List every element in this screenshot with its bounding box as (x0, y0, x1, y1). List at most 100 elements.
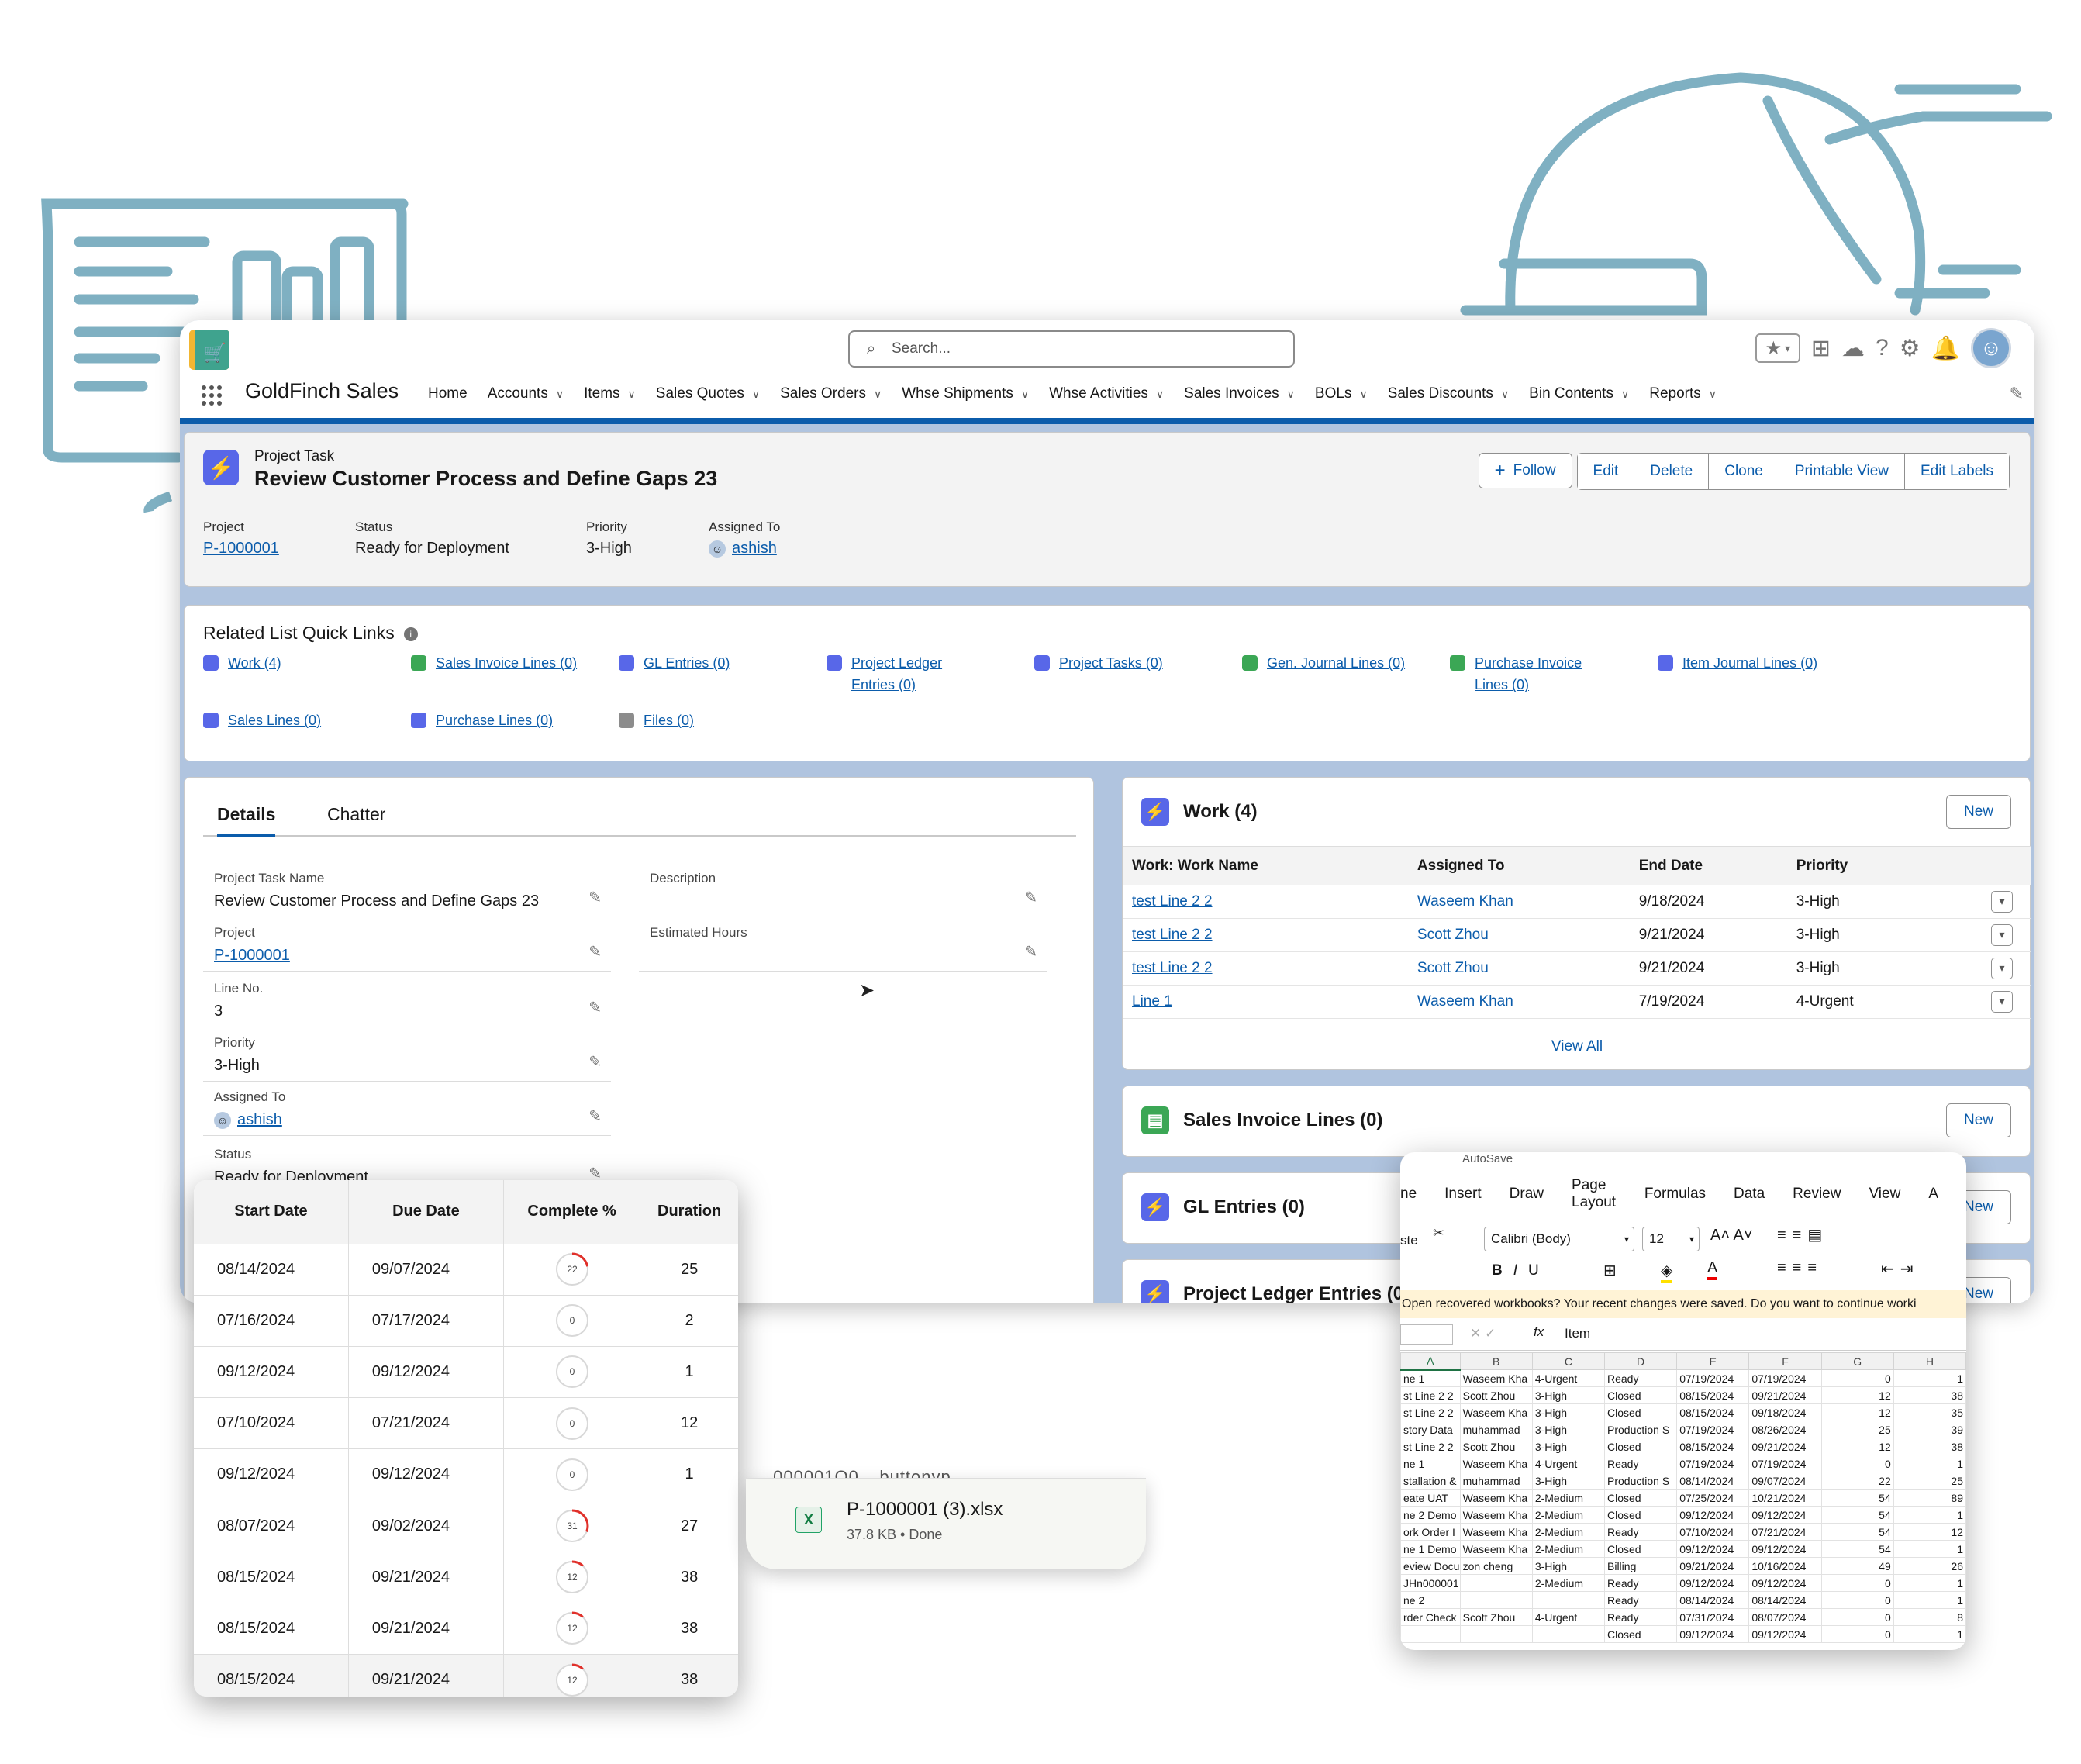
sheet-cell[interactable]: 09/12/2024 (1748, 1625, 1822, 1643)
sheet-cell[interactable]: 08/15/2024 (1676, 1403, 1750, 1421)
excel-tab[interactable]: Review (1793, 1186, 1841, 1203)
sheet-cell[interactable]: 4-Urgent (1531, 1369, 1606, 1387)
sheet-cell[interactable]: 07/19/2024 (1676, 1421, 1750, 1438)
sheet-cell[interactable]: 12 (1820, 1386, 1894, 1404)
nav-tab-home[interactable]: Home (428, 385, 468, 402)
sheet-cell[interactable]: eate UAT (1400, 1489, 1461, 1507)
sheet-cell[interactable]: 08/15/2024 (1676, 1438, 1750, 1455)
sheet-cell[interactable]: 54 (1820, 1506, 1894, 1524)
nav-tab-sales-orders[interactable]: Sales Orders ∨ (780, 385, 882, 402)
sheet-cell[interactable]: 09/21/2024 (1748, 1386, 1822, 1404)
sheet-cell[interactable] (1531, 1591, 1606, 1609)
sheet-cell[interactable]: Waseem Kha (1459, 1403, 1533, 1421)
sheet-cell[interactable]: 08/14/2024 (1676, 1591, 1750, 1609)
row-menu-chevron-icon[interactable]: ▾ (1991, 991, 2013, 1013)
cell-value[interactable]: Waseem Khan (1417, 993, 1513, 1010)
align-icons[interactable]: ≡≡▤ (1777, 1225, 1828, 1244)
row-menu-chevron-icon[interactable]: ▾ (1991, 924, 2013, 946)
view-all-link[interactable]: View All (1123, 1038, 2031, 1055)
chevron-down-icon[interactable]: ∨ (1621, 388, 1629, 400)
add-icon[interactable]: ⊞ (1811, 335, 1831, 362)
sheet-cell[interactable]: 09/07/2024 (1748, 1472, 1822, 1490)
sheet-cell[interactable]: 09/18/2024 (1748, 1403, 1822, 1421)
excel-tab[interactable]: Draw (1510, 1186, 1544, 1203)
chevron-down-icon[interactable]: ∨ (628, 388, 636, 400)
project-link[interactable]: P-1000001 (203, 540, 279, 558)
sheet-cell[interactable]: Ready (1603, 1523, 1678, 1541)
chevron-down-icon[interactable]: ∨ (556, 388, 564, 400)
sheet-cell[interactable]: 25 (1893, 1472, 1966, 1490)
setup-gear-icon[interactable]: ⚙ (1900, 335, 1921, 362)
sheet-cell[interactable] (1459, 1625, 1533, 1643)
work-title[interactable]: Work (4) (1183, 801, 1258, 823)
sheet-cell[interactable]: 3-High (1531, 1438, 1606, 1455)
sheet-cell[interactable]: ne 1 (1400, 1455, 1461, 1472)
nav-tab-items[interactable]: Items ∨ (584, 385, 636, 402)
edit-pencil-icon[interactable]: ✎ (1024, 942, 1037, 961)
printable-view-button[interactable]: Printable View (1779, 454, 1905, 489)
nav-tab-sales-quotes[interactable]: Sales Quotes ∨ (656, 385, 760, 402)
sheet-cell[interactable]: 1 (1893, 1591, 1966, 1609)
sheet-cell[interactable]: 2-Medium (1531, 1523, 1606, 1541)
quick-link-item[interactable]: Purchase Lines (0) (411, 709, 582, 731)
chevron-down-icon[interactable]: ∨ (1156, 388, 1164, 400)
chevron-down-icon[interactable]: ∨ (1501, 388, 1509, 400)
sheet-cell[interactable]: st Line 2 2 (1400, 1386, 1461, 1404)
quick-link-label[interactable]: Purchase Lines (0) (436, 709, 553, 731)
cell-value[interactable]: test Line 2 2 (1132, 893, 1213, 910)
quick-link-item[interactable]: GL Entries (0) (619, 652, 789, 674)
column-letter[interactable]: G (1820, 1352, 1894, 1370)
sheet-cell[interactable]: 49 (1820, 1557, 1894, 1575)
sheet-cell[interactable]: 08/14/2024 (1676, 1472, 1750, 1490)
sheet-cell[interactable]: 89 (1893, 1489, 1966, 1507)
edit-pencil-icon[interactable]: ✎ (588, 1106, 602, 1126)
sheet-cell[interactable]: Waseem Kha (1459, 1455, 1533, 1472)
sheet-cell[interactable]: 3-High (1531, 1557, 1606, 1575)
sheet-cell[interactable]: 4-Urgent (1531, 1455, 1606, 1472)
sheet-cell[interactable]: Closed (1603, 1540, 1678, 1558)
formula-value[interactable]: Item (1565, 1326, 1590, 1341)
global-search-input[interactable]: ⌕ Search... (848, 330, 1295, 368)
app-launcher-icon[interactable] (202, 385, 222, 406)
sheet-cell[interactable]: 2-Medium (1531, 1540, 1606, 1558)
row-menu-chevron-icon[interactable]: ▾ (1991, 891, 2013, 913)
quick-link-label[interactable]: Project Tasks (0) (1059, 652, 1163, 674)
sheet-cell[interactable]: 07/19/2024 (1748, 1369, 1822, 1387)
sheet-cell[interactable]: 35 (1893, 1403, 1966, 1421)
underline-icon[interactable]: U (1528, 1262, 1550, 1279)
user-avatar[interactable]: ☺ (1971, 328, 2011, 368)
edit-pencil-icon[interactable]: ✎ (1024, 888, 1037, 907)
quick-link-label[interactable]: Work (4) (228, 652, 281, 674)
work-new-button[interactable]: New (1945, 795, 2011, 829)
quick-link-label[interactable]: Sales Invoice Lines (0) (436, 652, 577, 674)
quick-link-item[interactable]: Sales Lines (0) (203, 709, 358, 731)
sheet-cell[interactable]: 3-High (1531, 1472, 1606, 1490)
sheet-cell[interactable]: 08/15/2024 (1676, 1386, 1750, 1404)
sheet-cell[interactable]: 1 (1893, 1574, 1966, 1592)
quick-link-item[interactable]: Project Ledger Entries (0) (827, 652, 966, 696)
sheet-cell[interactable]: 25 (1820, 1421, 1894, 1438)
sheet-cell[interactable]: 2-Medium (1531, 1489, 1606, 1507)
sheet-cell[interactable]: Waseem Kha (1459, 1540, 1533, 1558)
font-name-select[interactable]: Calibri (Body) ▾ (1484, 1227, 1634, 1251)
gl-entries-title[interactable]: GL Entries (0) (1183, 1196, 1305, 1218)
justify-icons[interactable]: ≡≡≡ (1777, 1259, 1823, 1277)
sheet-cell[interactable]: Production S (1603, 1421, 1678, 1438)
sheet-cell[interactable]: 12 (1893, 1523, 1966, 1541)
nav-tab-sales-discounts[interactable]: Sales Discounts ∨ (1388, 385, 1509, 402)
cell-value[interactable]: Waseem Khan (1417, 893, 1513, 910)
sheet-cell[interactable]: 07/31/2024 (1676, 1608, 1750, 1626)
excel-tab[interactable]: Formulas (1644, 1186, 1706, 1203)
tab-chatter[interactable]: Chatter (327, 804, 385, 825)
sheet-cell[interactable]: Production S (1603, 1472, 1678, 1490)
edit-nav-icon[interactable]: ✎ (2010, 384, 2024, 404)
edit-labels-button[interactable]: Edit Labels (1904, 454, 2009, 489)
sheet-cell[interactable]: 08/14/2024 (1748, 1591, 1822, 1609)
chevron-down-icon[interactable]: ∨ (752, 388, 760, 400)
sheet-cell[interactable]: 26 (1893, 1557, 1966, 1575)
sheet-cell[interactable]: 2-Medium (1531, 1574, 1606, 1592)
nav-tab-bin-contents[interactable]: Bin Contents ∨ (1529, 385, 1629, 402)
italic-icon[interactable]: I (1513, 1262, 1528, 1279)
sheet-cell[interactable]: 3-High (1531, 1421, 1606, 1438)
nav-tab-bols[interactable]: BOLs ∨ (1315, 385, 1368, 402)
